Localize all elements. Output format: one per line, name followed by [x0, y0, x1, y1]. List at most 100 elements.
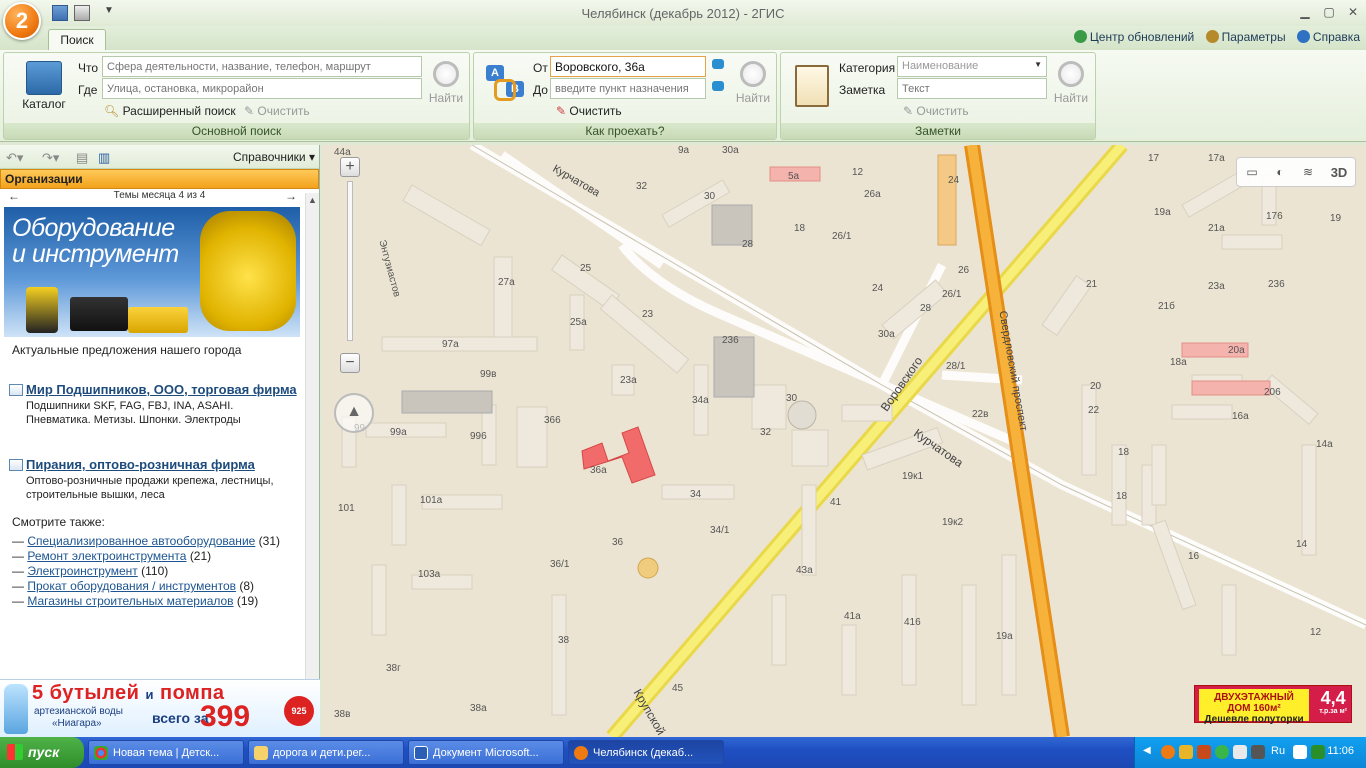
minimize-button[interactable]: ▁	[1296, 4, 1314, 20]
building-number: 14а	[1316, 439, 1333, 450]
clipboard-notes-icon	[795, 65, 829, 107]
search-clear-button[interactable]: ✎ Очистить	[244, 104, 310, 118]
see-also-link[interactable]: Специализированное автооборудование	[27, 534, 255, 548]
toolbox-yellow-image-icon	[128, 307, 188, 333]
route-to-input[interactable]	[550, 78, 706, 99]
zoom-slider[interactable]	[347, 181, 353, 341]
info-drop-icon[interactable]: ◐	[1271, 165, 1289, 181]
reference-dropdown[interactable]: Справочники ▾	[233, 150, 315, 164]
back-arrow-icon[interactable]: ↶▾	[6, 150, 23, 166]
building-number: 19а	[996, 631, 1013, 642]
what-input[interactable]	[102, 56, 422, 77]
building-number: 20а	[1228, 345, 1245, 356]
see-also-link[interactable]: Ремонт электроинструмента	[27, 549, 186, 563]
windows-logo-icon	[7, 744, 23, 760]
detail-view-icon[interactable]: ▥	[98, 150, 110, 166]
tray-expand-icon[interactable]: ◀	[1143, 745, 1157, 759]
tray-record-icon[interactable]	[1197, 745, 1211, 759]
promo-banner[interactable]: Оборудование и инструмент	[4, 207, 300, 337]
parameters-link[interactable]: Параметры	[1205, 30, 1286, 44]
tray-clock[interactable]: 11:06	[1327, 745, 1354, 757]
note-input[interactable]	[897, 78, 1047, 99]
search-find-button[interactable]: Найти	[426, 61, 466, 105]
building-number: 38г	[386, 663, 401, 674]
tray-app-icon[interactable]	[1179, 745, 1193, 759]
see-also-link[interactable]: Электроинструмент	[27, 564, 137, 578]
building-number: 19к1	[902, 471, 924, 482]
zoom-out-button[interactable]: −	[340, 353, 360, 373]
tray-device-icon[interactable]	[1251, 745, 1265, 759]
building-number: 38в	[334, 709, 351, 720]
app-logo-icon[interactable]: 2	[3, 2, 41, 40]
building-number: 20	[1090, 381, 1102, 392]
zoom-in-button[interactable]: +	[340, 157, 360, 177]
building-number: 12	[852, 167, 864, 178]
route-find-button[interactable]: Найти	[733, 61, 773, 105]
building-number: 19а	[1154, 207, 1171, 218]
layers-icon[interactable]: ≋	[1299, 165, 1317, 181]
building-number: 25а	[570, 317, 587, 328]
map-ad-banner[interactable]: ДВУХЭТАЖНЫЙ ДОМ 160м² Дешевле полуторки …	[1194, 685, 1352, 725]
tab-search[interactable]: Поиск	[48, 29, 106, 51]
tray-network-icon[interactable]	[1233, 745, 1247, 759]
help-link[interactable]: Справка	[1296, 30, 1360, 44]
building-number: 43а	[796, 565, 813, 576]
tray-green-icon[interactable]	[1215, 745, 1229, 759]
notes-clear-button[interactable]: ✎ Очистить	[903, 104, 969, 118]
see-also-item: — Магазины строительных материалов (19)	[12, 594, 259, 608]
ad-price: 399	[200, 700, 251, 733]
tray-volume-icon[interactable]	[1293, 745, 1307, 759]
forward-arrow-icon[interactable]: ↷▾	[42, 150, 59, 166]
water-ad-banner[interactable]: 5 бутылей и помпа артезианской воды «Ниаг…	[0, 679, 320, 737]
top-links: Центр обновлений Параметры Справка	[1066, 30, 1360, 44]
to-pin-icon[interactable]	[712, 81, 724, 91]
building-number: 366	[544, 415, 561, 426]
list-view-icon[interactable]: ▤	[76, 150, 88, 166]
route-clear-button[interactable]: ✎ Очистить	[556, 104, 622, 118]
left-panel: ↶▾ ↷▾ ▤ ▥ Справочники ▾ Организации ← Те…	[0, 145, 320, 737]
catalog-button[interactable]: Каталог	[20, 97, 68, 111]
start-button[interactable]: пуск	[0, 737, 84, 768]
taskbar-item-2gis[interactable]: Челябинск (декаб...	[568, 740, 724, 765]
next-theme-arrow-icon[interactable]: →	[285, 189, 297, 203]
scroll-up-arrow-icon[interactable]: ▲	[308, 195, 317, 205]
organizations-header[interactable]: Организации	[0, 169, 319, 189]
close-button[interactable]: ✕	[1344, 4, 1362, 20]
see-also-link[interactable]: Прокат оборудования / инструментов	[27, 579, 236, 593]
maximize-button[interactable]: ▢	[1320, 4, 1338, 20]
refresh-icon	[1073, 30, 1087, 43]
notes-find-button[interactable]: Найти	[1051, 61, 1091, 105]
city-map[interactable]: Курчатова Курчатова Воровского Свердловс…	[322, 145, 1366, 737]
category-label: Категория	[839, 61, 896, 75]
building-number: 24	[948, 175, 960, 186]
tray-language[interactable]: Ru	[1271, 745, 1285, 757]
themes-of-month: ← Темы месяца 4 из 4 →	[8, 189, 297, 203]
category-select[interactable]: Наименование ▼	[897, 56, 1047, 77]
building-number: 36а	[590, 465, 607, 476]
prev-theme-arrow-icon[interactable]: ←	[8, 189, 20, 203]
notes-group-label: Заметки	[781, 123, 1095, 139]
advanced-search-link[interactable]: 🔍︎ Расширенный поиск	[104, 104, 236, 118]
where-input[interactable]	[102, 78, 422, 99]
firm-title-link[interactable]: Мир Подшипников, ООО, торговая фирма	[8, 381, 298, 398]
compass-icon[interactable]: ▲	[334, 393, 374, 433]
building-number: 23а	[620, 375, 637, 386]
taskbar-item-chrome[interactable]: Новая тема | Детск...	[88, 740, 244, 765]
route-from-input[interactable]	[550, 56, 706, 77]
left-scrollbar[interactable]: ▲ ▼	[305, 193, 319, 725]
tray-2gis-icon[interactable]	[1161, 745, 1175, 759]
tray-security-icon[interactable]	[1311, 745, 1325, 759]
building-number: 236	[722, 335, 739, 346]
2gis-icon	[574, 746, 588, 760]
taskbar-item-word[interactable]: Документ Microsoft...	[408, 740, 564, 765]
3d-button[interactable]: 3D	[1325, 165, 1353, 181]
updates-center-link[interactable]: Центр обновлений	[1073, 30, 1194, 44]
from-pin-icon[interactable]	[712, 59, 724, 69]
route-group: A B От До Найти ✎ Очистить ◲ Как проехат…	[473, 52, 777, 140]
building-number: 25	[580, 263, 592, 274]
firm-title-link[interactable]: Пирания, оптово-розничная фирма	[8, 456, 298, 473]
taskbar-item-folder[interactable]: дорога и дети.рег...	[248, 740, 404, 765]
catalog-book-icon[interactable]	[26, 61, 62, 95]
ruler-icon[interactable]: ▭	[1243, 165, 1261, 181]
see-also-link[interactable]: Магазины строительных материалов	[27, 594, 233, 608]
